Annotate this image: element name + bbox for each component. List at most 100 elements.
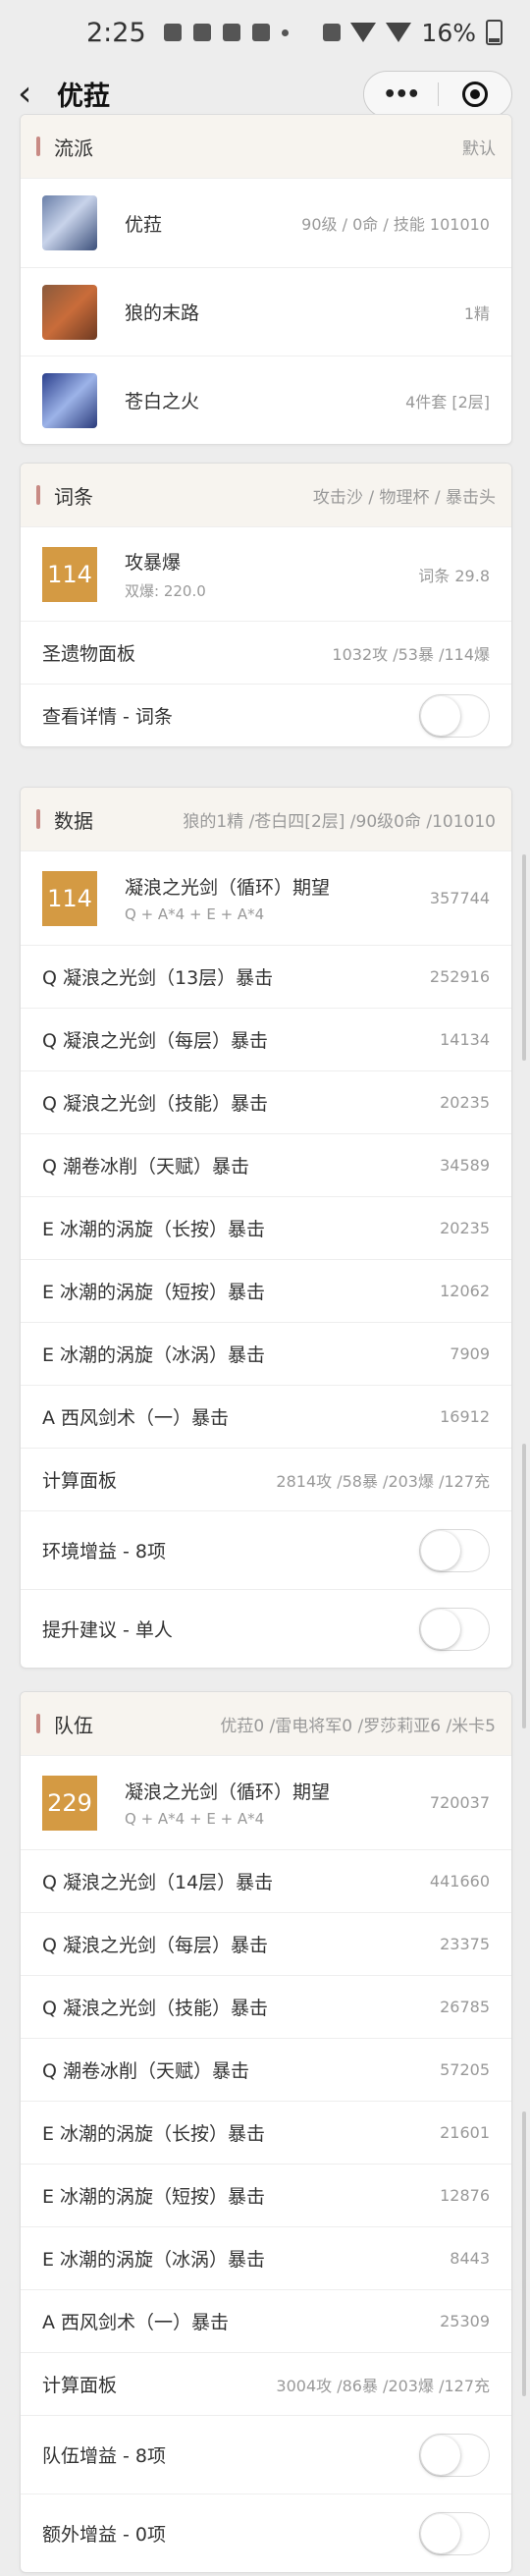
row-label: Q 潮卷冰削（天赋）暴击 bbox=[42, 2060, 249, 2082]
damage-row[interactable]: Q 凝浪之光剑（13层）暴击 252916 bbox=[21, 945, 511, 1008]
damage-row[interactable]: Q 潮卷冰削（天赋）暴击 34589 bbox=[21, 1133, 511, 1196]
row-value: 720037 bbox=[429, 1793, 490, 1812]
scrollbar-thumb[interactable] bbox=[522, 854, 526, 1061]
row-value: 26785 bbox=[440, 1998, 490, 2016]
damage-row[interactable]: E 冰潮的涡旋（长按）暴击 21601 bbox=[21, 2101, 511, 2164]
row-sublabel: Q + A*4 + E + A*4 bbox=[125, 1810, 265, 1828]
damage-row[interactable]: Q 凝浪之光剑（技能）暴击 26785 bbox=[21, 1975, 511, 2038]
row-label: 提升建议 - 单人 bbox=[42, 1619, 173, 1641]
row-value: 词条 29.8 bbox=[418, 566, 490, 585]
damage-row[interactable]: A 西风剑术（一）暴击 25309 bbox=[21, 2289, 511, 2352]
row-label: 查看详情 - 词条 bbox=[42, 706, 173, 728]
close-miniprogram-button[interactable] bbox=[439, 82, 512, 107]
row-label: E 冰潮的涡旋（冰涡）暴击 bbox=[42, 1344, 266, 1366]
row-label: 计算面板 bbox=[42, 2375, 118, 2396]
switch-knob bbox=[421, 695, 460, 736]
calc-panel-row[interactable]: 计算面板 3004攻 /86暴 /203爆 /127充 bbox=[21, 2352, 511, 2415]
data-card: 数据 狼的1精 /苍白四[2层] /90级0命 /101010 114 凝浪之光… bbox=[20, 787, 512, 1669]
row-label: Q 凝浪之光剑（技能）暴击 bbox=[42, 1093, 268, 1115]
row-value: 34589 bbox=[440, 1156, 490, 1175]
damage-row[interactable]: E 冰潮的涡旋（冰涡）暴击 8443 bbox=[21, 2226, 511, 2289]
status-time: 2:25 bbox=[86, 17, 146, 48]
school-card: 流派 默认 优菈 90级 / 0命 / 技能 101010 狼的末路 1精 苍白… bbox=[20, 114, 512, 445]
row-label: 圣遗物面板 bbox=[42, 643, 136, 665]
row-value: 1032攻 /53暴 /114爆 bbox=[332, 644, 490, 664]
row-value: 20235 bbox=[440, 1093, 490, 1112]
more-options-icon[interactable]: ••• bbox=[364, 82, 438, 107]
switch-knob bbox=[421, 2435, 460, 2475]
row-sublabel: Q + A*4 + E + A*4 bbox=[125, 905, 265, 923]
card-title: 队伍 bbox=[54, 1713, 93, 1737]
card-header: 队伍 优菈0 /雷电将军0 /罗莎莉亚6 /米卡5 bbox=[21, 1692, 511, 1755]
card-header: 流派 默认 bbox=[21, 115, 511, 178]
row-value: 357744 bbox=[429, 889, 490, 907]
row-label: 队伍增益 - 8项 bbox=[42, 2445, 167, 2467]
damage-summary-row[interactable]: 114 凝浪之光剑（循环）期望 Q + A*4 + E + A*4 357744 bbox=[21, 850, 511, 945]
card-subtitle: 攻击沙 / 物理杯 / 暴击头 bbox=[312, 487, 496, 508]
suggestion-switch[interactable] bbox=[419, 1607, 490, 1651]
artifact-panel-row[interactable]: 圣遗物面板 1032攻 /53暴 /114爆 bbox=[21, 621, 511, 684]
back-icon[interactable]: ‹ bbox=[18, 74, 57, 114]
row-label: Q 凝浪之光剑（技能）暴击 bbox=[42, 1998, 268, 2019]
env-buff-switch[interactable] bbox=[419, 1528, 490, 1572]
row-label: E 冰潮的涡旋（长按）暴击 bbox=[42, 2123, 266, 2145]
weapon-row[interactable]: 狼的末路 1精 bbox=[21, 267, 511, 356]
suggestion-row: 提升建议 - 单人 bbox=[21, 1589, 511, 1668]
damage-row[interactable]: E 冰潮的涡旋（短按）暴击 12876 bbox=[21, 2164, 511, 2226]
row-label: 优菈 bbox=[125, 213, 163, 236]
score-badge: 114 bbox=[42, 870, 97, 926]
damage-row[interactable]: Q 潮卷冰削（天赋）暴击 57205 bbox=[21, 2038, 511, 2101]
signal-icon bbox=[386, 23, 412, 42]
artifact-icon bbox=[42, 372, 97, 428]
wifi-icon bbox=[350, 23, 377, 42]
switch-knob bbox=[421, 1609, 460, 1649]
card-subtitle: 优菈0 /雷电将军0 /罗莎莉亚6 /米卡5 bbox=[220, 1716, 496, 1736]
row-label: 额外增益 - 0项 bbox=[42, 2524, 167, 2546]
row-label: 苍白之火 bbox=[125, 391, 200, 412]
character-avatar bbox=[42, 195, 97, 250]
extra-buff-switch[interactable] bbox=[419, 2511, 490, 2555]
row-label: E 冰潮的涡旋（短按）暴击 bbox=[42, 2186, 266, 2208]
notification-icon bbox=[163, 24, 182, 41]
row-label: E 冰潮的涡旋（短按）暴击 bbox=[42, 1282, 266, 1303]
damage-row[interactable]: E 冰潮的涡旋（冰涡）暴击 7909 bbox=[21, 1322, 511, 1385]
section-marker bbox=[36, 485, 40, 505]
row-value: 16912 bbox=[440, 1407, 490, 1426]
damage-row[interactable]: Q 凝浪之光剑（每层）暴击 23375 bbox=[21, 1912, 511, 1975]
section-marker bbox=[36, 137, 40, 156]
switch-knob bbox=[421, 1530, 460, 1570]
damage-row[interactable]: Q 凝浪之光剑（每层）暴击 14134 bbox=[21, 1008, 511, 1070]
damage-row[interactable]: E 冰潮的涡旋（短按）暴击 12062 bbox=[21, 1259, 511, 1322]
row-label: A 西风剑术（一）暴击 bbox=[42, 1407, 230, 1429]
row-label: Q 凝浪之光剑（13层）暴击 bbox=[42, 967, 274, 989]
row-value: 57205 bbox=[440, 2060, 490, 2079]
detail-toggle-row: 查看详情 - 词条 bbox=[21, 684, 511, 746]
card-title: 词条 bbox=[54, 484, 93, 509]
entry-summary-row[interactable]: 114 攻暴爆 双爆: 220.0 词条 29.8 bbox=[21, 526, 511, 621]
card-header: 词条 攻击沙 / 物理杯 / 暴击头 bbox=[21, 464, 511, 526]
row-value: 4件套 [2层] bbox=[405, 392, 490, 411]
row-label: E 冰潮的涡旋（长按）暴击 bbox=[42, 1219, 266, 1240]
target-icon bbox=[461, 82, 488, 107]
row-label: Q 潮卷冰削（天赋）暴击 bbox=[42, 1156, 249, 1178]
calc-panel-row[interactable]: 计算面板 2814攻 /58暴 /203爆 /127充 bbox=[21, 1448, 511, 1510]
row-value: 20235 bbox=[440, 1219, 490, 1237]
row-value: 12876 bbox=[440, 2186, 490, 2205]
row-label: Q 凝浪之光剑（14层）暴击 bbox=[42, 1872, 274, 1893]
scrollbar-thumb[interactable] bbox=[522, 1444, 526, 1728]
card-subtitle: 默认 bbox=[462, 138, 496, 159]
damage-summary-row[interactable]: 229 凝浪之光剑（循环）期望 Q + A*4 + E + A*4 720037 bbox=[21, 1755, 511, 1849]
score-badge: 114 bbox=[42, 546, 97, 602]
character-row[interactable]: 优菈 90级 / 0命 / 技能 101010 bbox=[21, 178, 511, 267]
detail-switch[interactable] bbox=[419, 693, 490, 738]
damage-row[interactable]: E 冰潮的涡旋（长按）暴击 20235 bbox=[21, 1196, 511, 1259]
damage-row[interactable]: Q 凝浪之光剑（14层）暴击 441660 bbox=[21, 1849, 511, 1912]
notification-icon bbox=[222, 24, 240, 41]
row-value: 252916 bbox=[429, 967, 490, 986]
artifact-row[interactable]: 苍白之火 4件套 [2层] bbox=[21, 356, 511, 444]
row-value: 1精 bbox=[463, 303, 490, 323]
damage-row[interactable]: A 西风剑术（一）暴击 16912 bbox=[21, 1385, 511, 1448]
damage-row[interactable]: Q 凝浪之光剑（技能）暴击 20235 bbox=[21, 1070, 511, 1133]
team-buff-switch[interactable] bbox=[419, 2433, 490, 2477]
scrollbar-thumb[interactable] bbox=[522, 2111, 526, 2396]
